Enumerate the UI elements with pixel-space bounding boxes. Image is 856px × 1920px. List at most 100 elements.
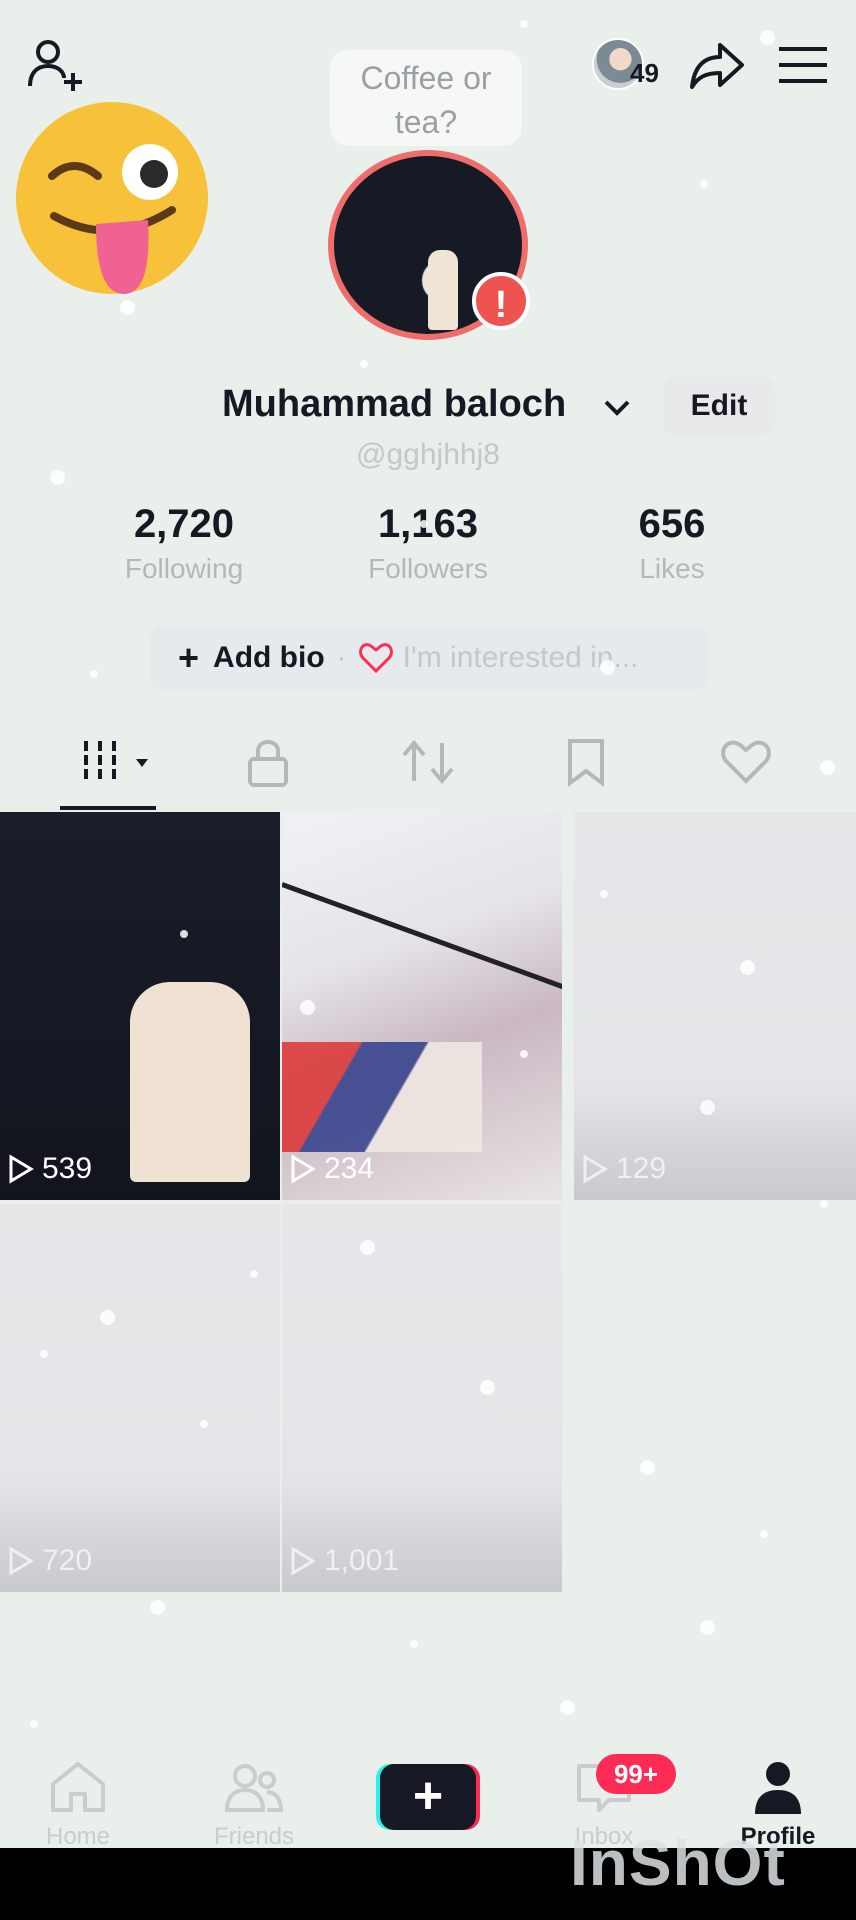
top-avatar-count: 49 — [630, 58, 659, 88]
stat-likes[interactable]: 656 Likes — [572, 502, 772, 585]
video-tile[interactable]: 234 — [282, 812, 562, 1200]
plus-icon: + — [178, 637, 200, 678]
snow-flake — [100, 1310, 115, 1325]
play-icon — [291, 1154, 316, 1184]
stat-label: Following — [124, 553, 244, 584]
tab-reposts[interactable] — [388, 730, 468, 794]
snow-flake — [520, 20, 528, 28]
add-bio-label[interactable]: Add bio — [213, 641, 325, 675]
snow-flake — [90, 670, 98, 678]
view-count: 539 — [8, 1152, 92, 1186]
stat-label: Followers — [368, 553, 488, 584]
view-count: 720 — [8, 1544, 92, 1578]
view-count-value: 1,001 — [324, 1544, 400, 1577]
profile-icon — [755, 1762, 801, 1814]
nav-home[interactable]: Home — [8, 1760, 148, 1856]
video-tile[interactable]: 129 — [574, 812, 856, 1200]
snow-flake — [50, 470, 65, 485]
view-count: 129 — [582, 1152, 666, 1186]
edit-profile-button[interactable]: Edit — [663, 377, 775, 435]
friends-icon — [224, 1764, 284, 1812]
winking-tongue-emoji-sticker — [12, 98, 212, 298]
snow-flake — [640, 1460, 655, 1475]
snow-flake — [200, 1420, 208, 1428]
menu-icon[interactable] — [772, 38, 834, 92]
snow-flake — [600, 890, 608, 898]
stat-value: 656 — [638, 502, 706, 546]
snow-flake — [150, 1600, 165, 1615]
snow-flake — [700, 1100, 715, 1115]
snow-flake — [410, 1640, 418, 1648]
snow-flake — [700, 1620, 715, 1635]
tab-private[interactable] — [228, 730, 308, 794]
share-icon[interactable] — [682, 32, 752, 98]
snow-flake — [600, 660, 615, 675]
video-tile[interactable]: 1,001 — [282, 1204, 562, 1592]
nav-friends-label: Friends — [213, 1823, 295, 1850]
active-tab-indicator — [60, 806, 156, 810]
snow-flake — [820, 760, 835, 775]
create-button[interactable]: + — [380, 1764, 476, 1830]
play-icon — [9, 1546, 34, 1576]
home-icon — [51, 1762, 105, 1812]
snow-flake — [360, 1240, 375, 1255]
snow-flake — [760, 30, 775, 45]
inbox-badge: 99+ — [596, 1754, 676, 1794]
lock-icon — [248, 740, 288, 787]
heart-icon — [358, 643, 393, 673]
alert-badge[interactable]: ! — [472, 272, 530, 330]
snow-flake — [180, 930, 188, 938]
bio-separator: · — [336, 641, 347, 674]
snow-flake — [700, 180, 708, 188]
play-icon — [583, 1154, 608, 1184]
add-friend-icon[interactable] — [20, 30, 90, 100]
play-icon — [9, 1154, 34, 1184]
video-thumbnail-subject — [130, 982, 250, 1182]
profile-photo-subject — [428, 250, 458, 330]
snow-flake — [520, 1050, 528, 1058]
view-count-value: 720 — [42, 1544, 93, 1577]
chevron-down-icon[interactable] — [600, 390, 634, 424]
nav-friends[interactable]: Friends — [184, 1760, 324, 1856]
add-bio-pill[interactable]: + Add bio · I'm interested in... — [150, 626, 708, 690]
snow-flake — [740, 960, 755, 975]
snow-flake — [760, 1530, 768, 1538]
snow-flake — [250, 1270, 258, 1278]
repost-icon — [402, 739, 454, 785]
tab-liked[interactable] — [706, 730, 786, 794]
view-count-value: 539 — [42, 1152, 93, 1185]
video-tile[interactable]: 720 — [0, 1204, 280, 1592]
view-count-value: 234 — [324, 1152, 375, 1185]
nav-home-label: Home — [45, 1823, 111, 1850]
video-thumbnail-detail — [282, 882, 562, 990]
snow-flake — [820, 1200, 828, 1208]
coffee-or-tea-prompt[interactable]: Coffee or tea? — [330, 50, 522, 146]
snow-flake — [420, 520, 428, 528]
snow-flake — [30, 1720, 38, 1728]
snow-flake — [120, 300, 135, 315]
stat-value: 2,720 — [133, 502, 235, 546]
snow-flake — [300, 1000, 315, 1015]
view-count: 1,001 — [290, 1544, 399, 1578]
profile-handle: @gghjhhj8 — [356, 438, 500, 471]
videos-grid-icon — [84, 741, 148, 783]
profile-name[interactable]: Muhammad baloch — [222, 383, 566, 426]
video-tile[interactable]: 539 — [0, 812, 280, 1200]
view-count: 234 — [290, 1152, 374, 1186]
snow-flake — [360, 360, 368, 368]
inshot-watermark: InShOt — [570, 1827, 786, 1899]
tab-videos[interactable] — [76, 730, 156, 794]
video-thumbnail-subject — [282, 1042, 482, 1152]
stat-following[interactable]: 2,720 Following — [84, 502, 284, 585]
heart-icon — [721, 740, 771, 784]
tab-saved[interactable] — [546, 730, 626, 794]
snow-flake — [480, 1380, 495, 1395]
snow-flake — [560, 1700, 575, 1715]
view-count-value: 129 — [616, 1152, 667, 1185]
bookmark-icon — [568, 739, 604, 787]
stat-value: 1,163 — [377, 502, 479, 546]
snow-flake — [40, 1350, 48, 1358]
stat-label: Likes — [639, 553, 705, 584]
play-icon — [291, 1546, 316, 1576]
stat-followers[interactable]: 1,163 Followers — [328, 502, 528, 585]
